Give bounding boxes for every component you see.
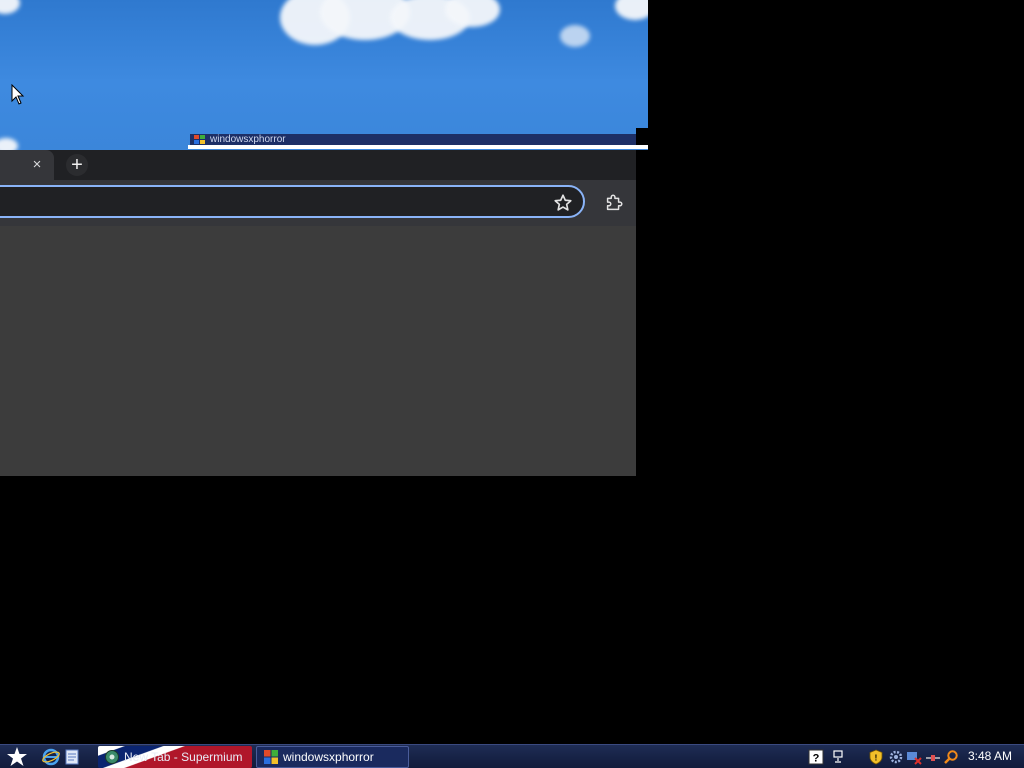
- windows-flag-icon: [264, 750, 278, 764]
- search-icon[interactable]: [943, 749, 959, 765]
- windows-flag-icon: [194, 135, 205, 144]
- cloud: [0, 0, 20, 14]
- tab-close-button[interactable]: ×: [28, 156, 46, 174]
- taskbar-button-windowsxphorror[interactable]: windowsxphorror: [256, 746, 409, 768]
- taskbar-button-label: New Tab - Supermium: [124, 750, 243, 764]
- connection-icon[interactable]: [925, 749, 941, 765]
- cloud: [615, 0, 648, 20]
- taskbar-clock[interactable]: 3:48 AM: [960, 745, 1020, 768]
- taskbar-button-label: windowsxphorror: [283, 750, 374, 764]
- new-tab-button[interactable]: +: [66, 154, 88, 176]
- help-icon[interactable]: ?: [808, 749, 824, 765]
- page-content: [0, 226, 636, 476]
- mouse-cursor-icon: [11, 84, 25, 105]
- window-shadow: [636, 128, 648, 146]
- address-bar[interactable]: [0, 185, 585, 218]
- svg-text:?: ?: [813, 753, 820, 765]
- gear-icon[interactable]: [888, 749, 904, 765]
- security-alert-icon[interactable]: [906, 749, 922, 765]
- shield-icon[interactable]: !: [868, 749, 884, 765]
- bookmark-star-icon[interactable]: [552, 192, 574, 214]
- desktop-wallpaper: [0, 0, 648, 150]
- taskbar: New Tab - Supermium windowsxphorror ? ! …: [0, 744, 1024, 768]
- browser-tab[interactable]: ×: [0, 150, 54, 180]
- cloud: [560, 25, 590, 47]
- svg-text:!: !: [875, 754, 878, 763]
- browser-window: × +: [0, 150, 636, 476]
- network-icon[interactable]: [830, 749, 846, 765]
- tab-strip: × +: [0, 150, 636, 180]
- cloud: [0, 138, 18, 150]
- desktop-screen: windowsxphorror × + New Tab - Supermium …: [0, 0, 1024, 768]
- documents-icon[interactable]: [63, 748, 81, 766]
- window-border: [188, 145, 648, 149]
- start-star-icon[interactable]: [4, 746, 30, 768]
- browser-toolbar: [0, 180, 636, 226]
- taskbar-button-supermium[interactable]: New Tab - Supermium: [98, 746, 252, 768]
- extensions-puzzle-icon[interactable]: [603, 192, 625, 214]
- supermium-icon: [105, 750, 119, 764]
- internet-explorer-icon[interactable]: [42, 748, 60, 766]
